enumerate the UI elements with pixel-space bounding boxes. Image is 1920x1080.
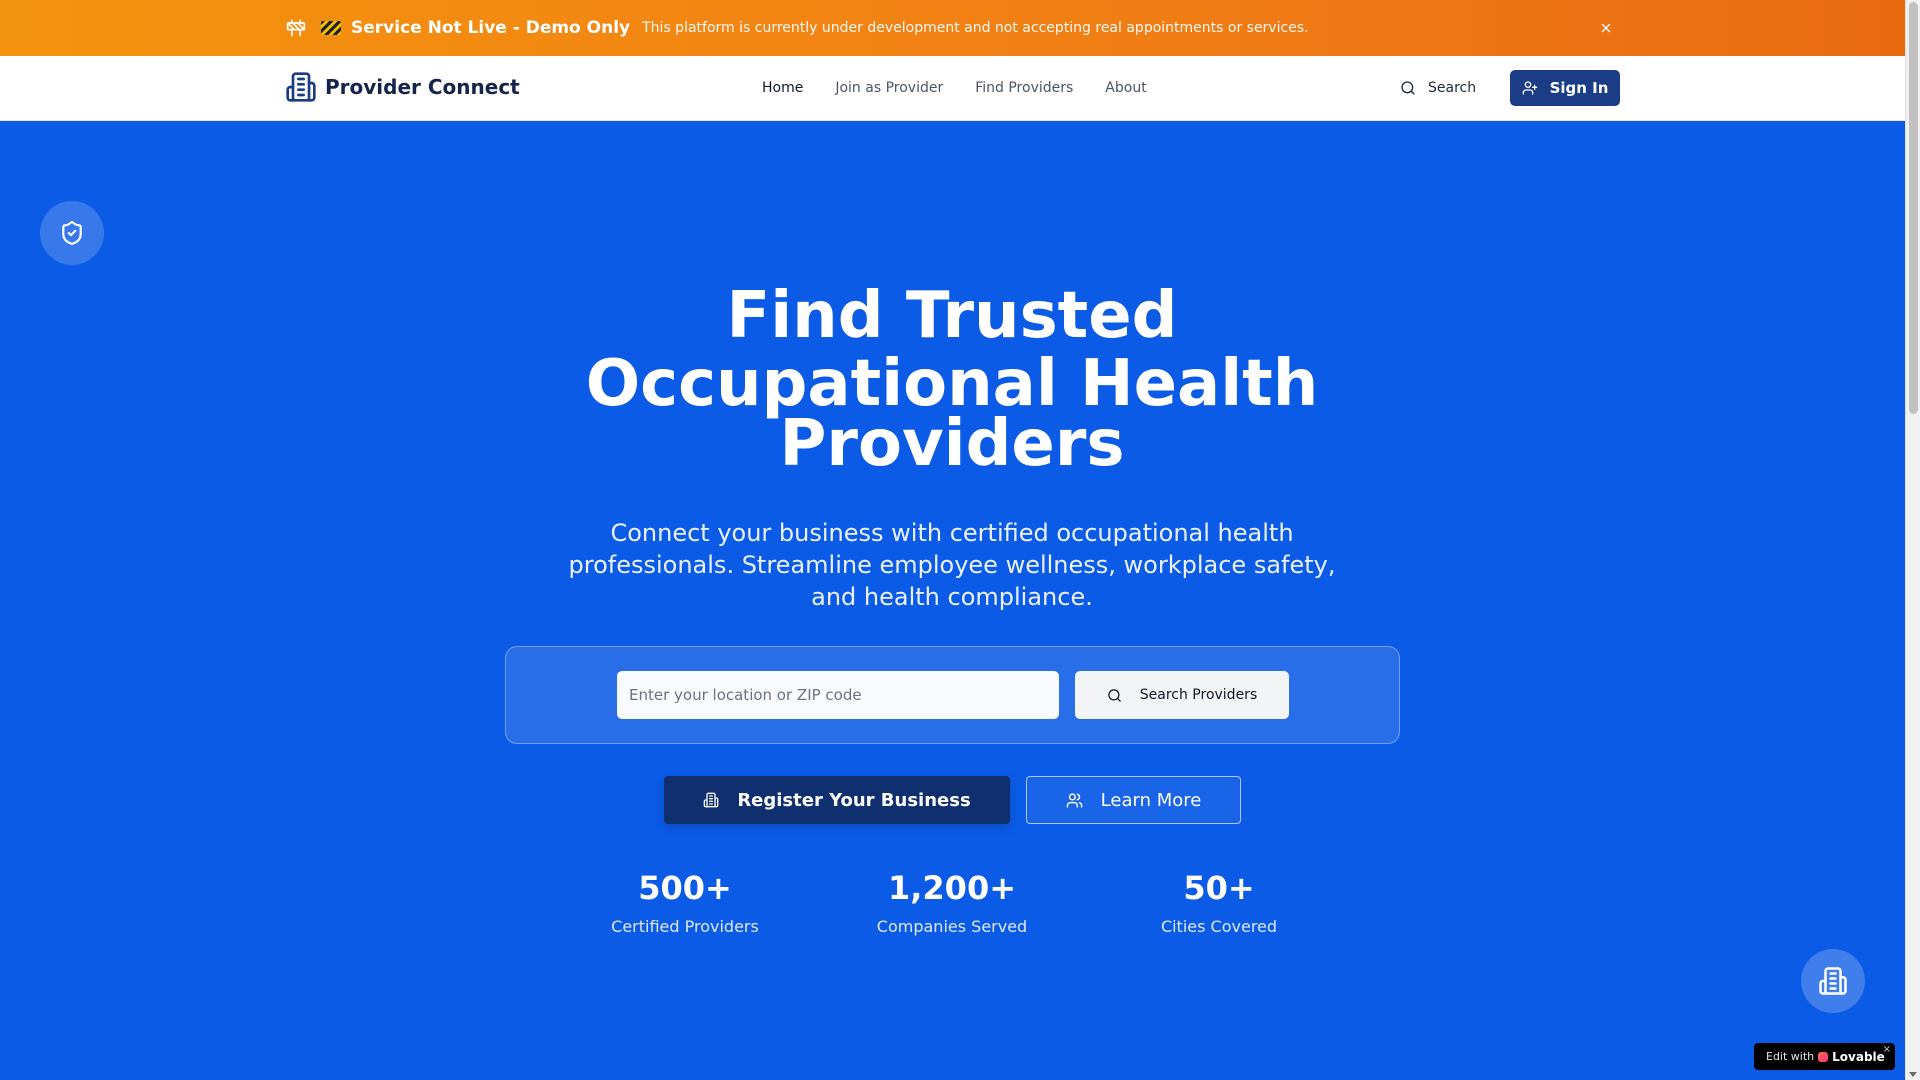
register-business-button[interactable]: Register Your Business — [664, 776, 1010, 824]
hero-title-line-2: Occupational Health — [585, 347, 1319, 421]
stat-label: Cities Covered — [1160, 917, 1278, 936]
stat-label: Certified Providers — [611, 917, 759, 936]
stat-value: 500+ — [638, 869, 732, 907]
lovable-close-icon[interactable]: × — [1883, 1044, 1891, 1055]
edit-with-lovable-badge[interactable]: Edit with Lovable × — [1754, 1043, 1895, 1070]
user-plus-icon — [1522, 81, 1537, 95]
sign-in-label: Sign In — [1549, 79, 1609, 97]
banner-message: This platform is currently under develop… — [642, 20, 1309, 36]
building-icon — [1819, 967, 1847, 995]
hero-title: Find Trusted Occupational Health Provide… — [452, 279, 1452, 481]
shield-check-icon — [62, 221, 82, 245]
brand-link[interactable]: Provider Connect — [285, 70, 520, 104]
banner-close-button[interactable] — [1594, 16, 1618, 40]
lovable-brand-text: Lovable — [1832, 1049, 1885, 1064]
close-icon — [1601, 23, 1611, 33]
learn-more-label: Learn More — [1100, 789, 1202, 811]
search-providers-button[interactable]: Search Providers — [1075, 671, 1289, 719]
nav-search-button[interactable]: Search — [1400, 56, 1476, 120]
shield-badge — [40, 201, 104, 265]
provider-search-panel: Search Providers — [505, 646, 1400, 744]
location-search-input[interactable] — [617, 671, 1059, 719]
building-icon — [703, 792, 719, 808]
scrollbar-thumb[interactable] — [1909, 2, 1918, 414]
hero-subtitle: Connect your business with certified occ… — [568, 519, 1336, 611]
nav-link-join-as-provider[interactable]: Join as Provider — [835, 80, 943, 96]
nav-link-home[interactable]: Home — [762, 80, 803, 96]
sign-in-button[interactable]: Sign In — [1510, 70, 1620, 106]
nav-search-label: Search — [1428, 80, 1477, 96]
search-icon — [1108, 688, 1121, 702]
register-business-label: Register Your Business — [737, 789, 971, 811]
building-icon — [286, 72, 316, 102]
hero-title-line-1: Find Trusted — [726, 279, 1178, 353]
lovable-logo-icon — [1818, 1051, 1829, 1062]
stat-value: 1,200+ — [887, 869, 1017, 907]
search-icon — [1401, 81, 1415, 95]
stat-value: 50+ — [1183, 869, 1255, 907]
main-nav: Home Join as Provider Find Providers Abo… — [762, 56, 1147, 120]
stat-certified-providers: 500+ Certified Providers — [555, 868, 815, 936]
hero-title-line-3: Providers — [779, 407, 1125, 481]
lovable-edit-text: Edit with — [1766, 1050, 1815, 1063]
demo-banner: Service Not Live - Demo Only This platfo… — [0, 0, 1905, 56]
search-providers-label: Search Providers — [1139, 687, 1258, 703]
page: Service Not Live - Demo Only This platfo… — [0, 0, 1905, 1080]
caution-tape-icon — [321, 21, 341, 35]
page-scrollbar[interactable] — [1905, 0, 1920, 1080]
construction-sign-icon — [285, 17, 307, 39]
navbar: Provider Connect Home Join as Provider F… — [0, 56, 1905, 121]
learn-more-button[interactable]: Learn More — [1026, 776, 1241, 824]
nav-link-about[interactable]: About — [1105, 80, 1146, 96]
scroll-down-arrow-icon[interactable] — [1909, 1072, 1917, 1077]
brand-name: Provider Connect — [325, 75, 520, 99]
floating-building-badge — [1801, 949, 1865, 1013]
stat-cities-covered: 50+ Cities Covered — [1089, 868, 1349, 936]
banner-content: Service Not Live - Demo Only This platfo… — [285, 0, 1309, 56]
banner-title: Service Not Live - Demo Only — [351, 18, 631, 38]
users-icon — [1066, 792, 1082, 808]
stat-label: Companies Served — [876, 917, 1028, 936]
nav-link-find-providers[interactable]: Find Providers — [975, 80, 1073, 96]
stat-companies-served: 1,200+ Companies Served — [822, 868, 1082, 936]
